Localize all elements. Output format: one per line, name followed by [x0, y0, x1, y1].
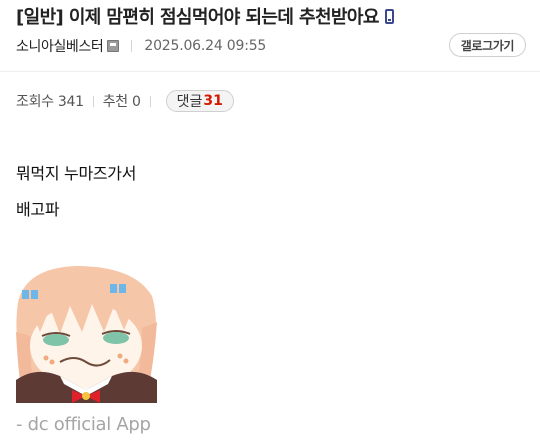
fixed-nickname-icon — [107, 40, 120, 52]
comment-label: 댓글 — [176, 94, 203, 110]
view-count: 조회수 341 — [16, 94, 84, 110]
separator — [131, 40, 133, 52]
author-nickname[interactable]: 소니아실베스터 — [16, 36, 104, 56]
comment-button[interactable]: 댓글 31 — [165, 90, 234, 112]
post-stats: 조회수 341 추천 0 댓글 31 — [16, 88, 234, 114]
separator — [149, 95, 151, 107]
post-body-line: 배고파 — [16, 200, 60, 219]
gallog-button[interactable]: 갤로그가기 — [448, 33, 526, 57]
recommend-count: 추천 0 — [102, 94, 141, 110]
post-date: 2025.06.24 09:55 — [144, 38, 267, 54]
comment-count: 31 — [203, 93, 223, 109]
app-signature: - dc official App — [16, 414, 151, 435]
post-body-line: 뭐먹지 누마즈가서 — [16, 164, 137, 183]
post-title-row: [일반] 이제 맘편히 점심먹어야 되는데 추천받아요 — [16, 2, 526, 30]
mobile-phone-icon — [384, 8, 394, 24]
separator — [92, 95, 94, 107]
post-view: [일반] 이제 맘편히 점심먹어야 되는데 추천받아요 소니아실베스터 2025… — [0, 0, 540, 445]
author-row: 소니아실베스터 2025.06.24 09:55 갤로그가기 — [16, 33, 526, 59]
post-title: [일반] 이제 맘편히 점심먹어야 되는데 추천받아요 — [16, 7, 379, 28]
anime-girl-image — [16, 262, 157, 403]
header-divider — [0, 71, 540, 72]
post-image[interactable] — [16, 262, 157, 403]
